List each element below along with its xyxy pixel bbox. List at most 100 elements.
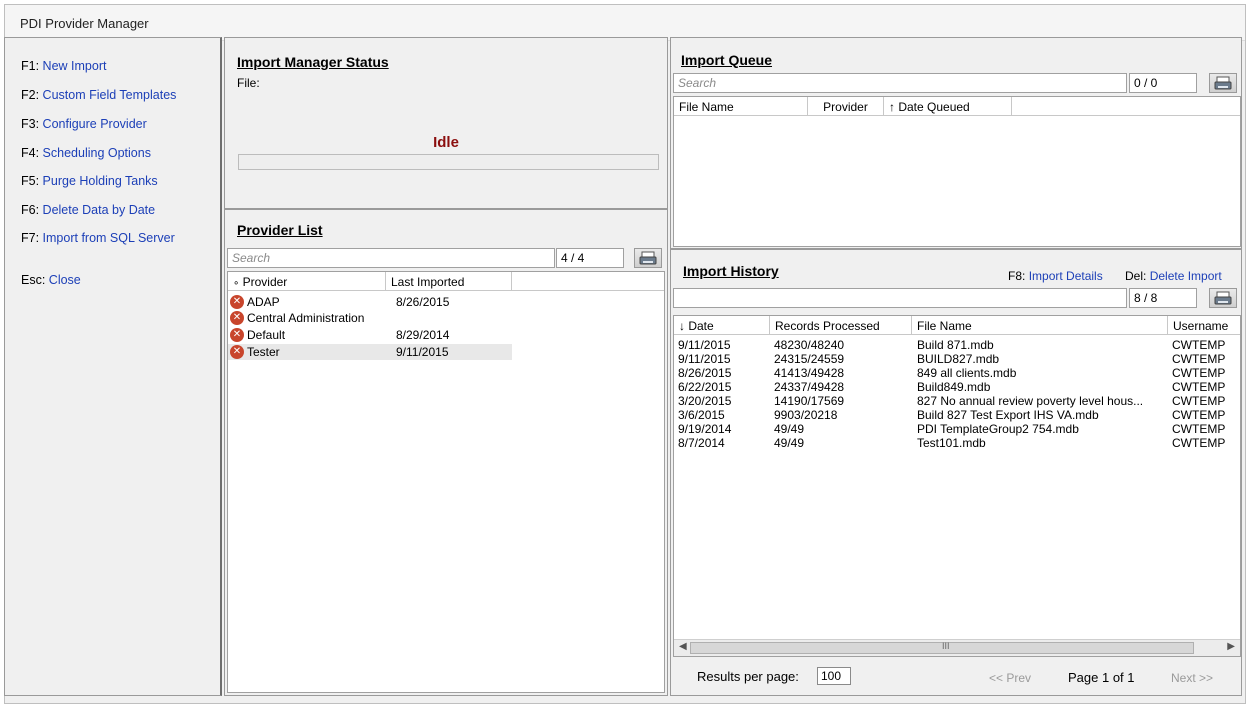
prev-page-button[interactable]: << Prev [989, 671, 1031, 685]
provider-name: Tester [247, 345, 280, 359]
printer-icon [639, 251, 657, 265]
menu-scheduling-options[interactable]: F4: Scheduling Options [21, 146, 151, 160]
import-details-label[interactable]: Import Details [1029, 269, 1103, 283]
col-date-queued[interactable]: ↑ Date Queued [884, 97, 1012, 116]
history-date: 9/11/2015 [678, 338, 731, 352]
history-file: Test101.mdb [917, 436, 986, 450]
provider-grid: ∘ Provider Last Imported ✕ ADAP 8/26/201… [227, 271, 665, 693]
provider-row[interactable]: ✕ Default 8/29/2014 [228, 327, 512, 343]
provider-name: Default [247, 328, 286, 342]
menu-label[interactable]: Purge Holding Tanks [43, 174, 158, 188]
provider-row[interactable]: ✕ Central Administration [228, 310, 512, 326]
history-title: Import History [683, 263, 779, 279]
delete-import-link[interactable]: Del: Delete Import [1125, 269, 1222, 283]
history-date: 3/20/2015 [678, 394, 732, 408]
shortcut-key: F7: [21, 231, 40, 245]
history-row[interactable]: 8/7/2014 49/49 Test101.mdb CWTEMP [674, 435, 1240, 451]
menu-custom-field-templates[interactable]: F2: Custom Field Templates [21, 88, 176, 102]
queue-grid-header: File Name Provider ↑ Date Queued [674, 97, 1240, 116]
col-file-name[interactable]: File Name [674, 97, 808, 116]
results-per-page-label: Results per page: [697, 669, 799, 684]
shortcut-key: Del: [1125, 269, 1147, 283]
history-records: 49/49 [774, 436, 805, 450]
import-history-panel: Import History F8: Import Details Del: D… [670, 249, 1242, 696]
provider-row-selected[interactable]: ✕ Tester 9/11/2015 [228, 344, 512, 360]
col-provider[interactable]: Provider [808, 97, 884, 116]
provider-name: ADAP [247, 295, 280, 309]
shortcut-key: F4: [21, 146, 40, 160]
scroll-thumb[interactable]: III [690, 641, 1194, 654]
col-provider[interactable]: ∘ Provider [228, 272, 386, 291]
provider-search-input[interactable]: Search [227, 248, 555, 268]
printer-icon [1214, 76, 1232, 90]
menu-configure-provider[interactable]: F3: Configure Provider [21, 117, 147, 131]
shortcut-key: F5: [21, 174, 40, 188]
history-search-input[interactable] [673, 288, 1127, 308]
history-print-button[interactable] [1209, 288, 1237, 308]
error-icon: ✕ [230, 345, 244, 359]
delete-import-label[interactable]: Delete Import [1150, 269, 1222, 283]
status-title: Import Manager Status [237, 54, 389, 70]
next-page-button[interactable]: Next >> [1171, 671, 1213, 685]
window-title: PDI Provider Manager [20, 16, 149, 31]
history-date: 6/22/2015 [678, 380, 732, 394]
menu-label[interactable]: Configure Provider [43, 117, 147, 131]
status-state: Idle [433, 134, 459, 151]
scroll-left-arrow-icon[interactable]: ◀ [679, 641, 687, 652]
provider-print-button[interactable] [634, 248, 662, 268]
provider-list-title: Provider List [237, 222, 323, 238]
error-icon: ✕ [230, 328, 244, 342]
import-details-link[interactable]: F8: Import Details [1008, 269, 1103, 283]
results-per-page-input[interactable]: 100 [817, 667, 851, 685]
menu-label[interactable]: Import from SQL Server [43, 231, 175, 245]
provider-row[interactable]: ✕ ADAP 8/26/2015 [228, 294, 512, 310]
menu-label[interactable]: New Import [43, 59, 107, 73]
history-file: Build 827 Test Export IHS VA.mdb [917, 408, 1099, 422]
history-file: 827 No annual review poverty level hous.… [917, 394, 1144, 408]
queue-print-button[interactable] [1209, 73, 1237, 93]
scroll-right-arrow-icon[interactable]: ▶ [1227, 641, 1235, 652]
menu-purge-holding-tanks[interactable]: F5: Purge Holding Tanks [21, 174, 158, 188]
col-records-processed[interactable]: Records Processed [770, 316, 912, 335]
history-records: 48230/48240 [774, 338, 845, 352]
provider-last-imported: 8/29/2014 [396, 328, 450, 342]
history-file: 849 all clients.mdb [917, 366, 1017, 380]
col-file-name[interactable]: File Name [912, 316, 1168, 335]
col-date[interactable]: ↓ Date [674, 316, 770, 335]
menu-import-from-sql-server[interactable]: F7: Import from SQL Server [21, 231, 175, 245]
history-records: 24337/49428 [774, 380, 845, 394]
col-username[interactable]: Username [1168, 316, 1240, 335]
menu-new-import[interactable]: F1: New Import [21, 59, 106, 73]
error-icon: ✕ [230, 295, 244, 309]
history-records: 9903/20218 [774, 408, 838, 422]
shortcut-key: F2: [21, 88, 40, 102]
provider-last-imported: 8/26/2015 [396, 295, 450, 309]
history-horizontal-scrollbar[interactable]: ◀ III ▶ [674, 639, 1240, 656]
history-user: CWTEMP [1172, 408, 1226, 422]
provider-last-imported: 9/11/2015 [396, 345, 449, 359]
history-file: PDI TemplateGroup2 754.mdb [917, 422, 1079, 436]
history-file: BUILD827.mdb [917, 352, 1000, 366]
import-status-panel: Import Manager Status File: Idle [224, 37, 668, 209]
queue-count: 0 / 0 [1129, 73, 1197, 93]
sidebar: F1: New Import F2: Custom Field Template… [4, 37, 222, 696]
history-grid-header: ↓ Date Records Processed File Name Usern… [674, 316, 1240, 335]
menu-label[interactable]: Custom Field Templates [43, 88, 177, 102]
scroll-grip-icon: III [942, 641, 950, 651]
history-records: 49/49 [774, 422, 805, 436]
menu-label[interactable]: Close [49, 273, 81, 287]
menu-label[interactable]: Scheduling Options [43, 146, 151, 160]
history-grid: ↓ Date Records Processed File Name Usern… [673, 315, 1241, 657]
shortcut-key: Esc: [21, 273, 46, 287]
menu-close[interactable]: Esc: Close [21, 273, 81, 287]
history-date: 3/6/2015 [678, 408, 725, 422]
col-last-imported[interactable]: Last Imported [386, 272, 512, 291]
history-records: 24315/24559 [774, 352, 845, 366]
history-user: CWTEMP [1172, 380, 1226, 394]
history-records: 14190/17569 [774, 394, 845, 408]
menu-label[interactable]: Delete Data by Date [43, 203, 156, 217]
history-user: CWTEMP [1172, 436, 1226, 450]
queue-search-input[interactable]: Search [673, 73, 1127, 93]
history-user: CWTEMP [1172, 366, 1226, 380]
menu-delete-data-by-date[interactable]: F6: Delete Data by Date [21, 203, 155, 217]
